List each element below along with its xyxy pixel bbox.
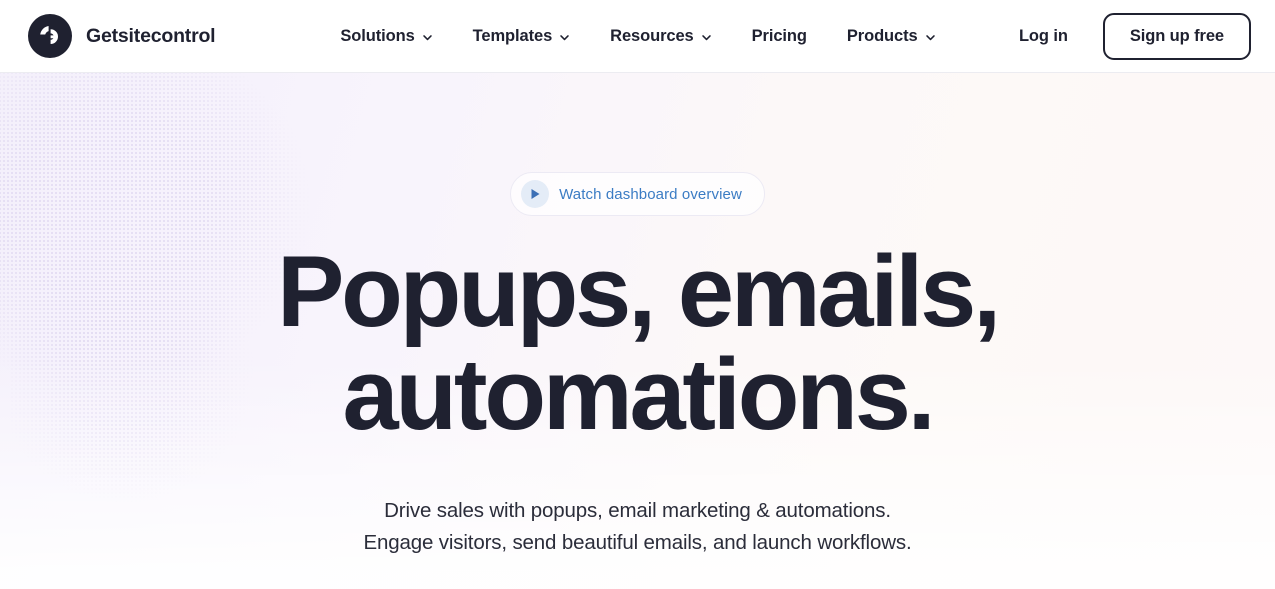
nav-item-solutions[interactable]: Solutions [340, 27, 432, 46]
nav-item-products[interactable]: Products [847, 27, 936, 46]
login-link[interactable]: Log in [1019, 27, 1068, 46]
nav-item-templates[interactable]: Templates [473, 27, 571, 46]
headline-line-1: Popups, emails, [277, 236, 1001, 348]
hero-section: Watch dashboard overview Popups, emails,… [0, 73, 1275, 589]
brand-name: Getsitecontrol [86, 24, 216, 47]
subtitle-line-1: Drive sales with popups, email marketing… [384, 499, 891, 522]
nav-item-pricing[interactable]: Pricing [752, 27, 807, 46]
chevron-down-icon [560, 34, 569, 40]
nav-item-label: Templates [472, 26, 553, 45]
play-icon [521, 180, 550, 208]
getsitecontrol-logo-icon [28, 14, 72, 58]
chevron-down-icon [422, 34, 432, 40]
header-actions: Log in Sign up free [1019, 12, 1251, 60]
hero-subtitle: Drive sales with popups, email marketing… [363, 495, 911, 559]
nav-item-resources[interactable]: Resources [610, 27, 711, 46]
sign-up-free-button[interactable]: Sign up free [1102, 12, 1251, 60]
site-header: Getsitecontrol Solutions Templates Resou… [0, 0, 1275, 73]
headline-line-2: automations. [342, 339, 935, 451]
watch-button-label: Watch dashboard overview [559, 185, 742, 203]
chevron-down-icon [925, 34, 935, 40]
main-nav: Solutions Templates Resources Pricing Pr… [340, 27, 935, 46]
nav-item-label: Solutions [340, 26, 415, 45]
page-title: Popups, emails, automations. [277, 236, 1001, 451]
hero-content: Watch dashboard overview Popups, emails,… [0, 73, 1275, 559]
nav-item-label: Pricing [751, 26, 807, 45]
nav-item-label: Products [846, 26, 918, 45]
nav-item-label: Resources [610, 26, 694, 45]
chevron-down-icon [701, 34, 711, 40]
brand-logo[interactable]: Getsitecontrol [28, 14, 216, 58]
watch-dashboard-overview-button[interactable]: Watch dashboard overview [510, 172, 765, 216]
subtitle-line-2: Engage visitors, send beautiful emails, … [363, 531, 912, 554]
landing-page: Getsitecontrol Solutions Templates Resou… [0, 0, 1275, 589]
